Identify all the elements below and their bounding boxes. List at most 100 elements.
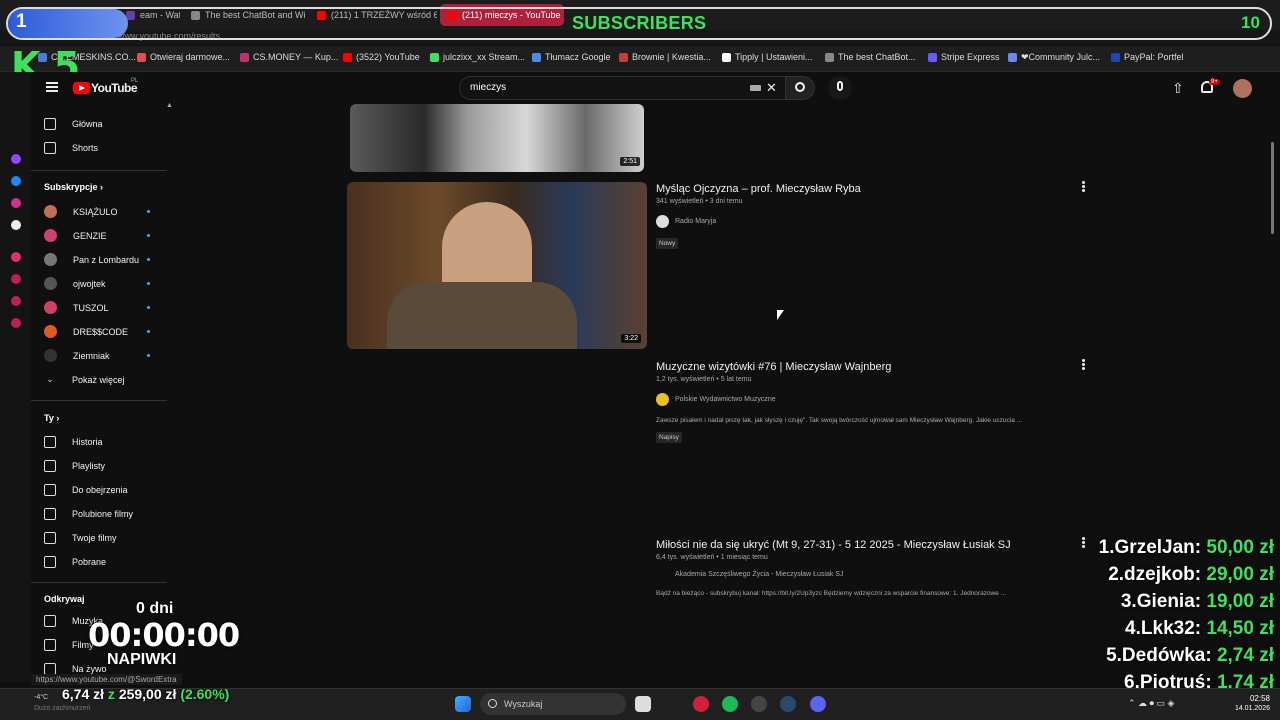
menu-icon[interactable] bbox=[46, 82, 58, 92]
sidebar-item[interactable]: Historia bbox=[44, 436, 103, 448]
spotify-icon[interactable] bbox=[722, 696, 738, 712]
sidebar-scroll-up-icon[interactable]: ▲ bbox=[166, 102, 173, 109]
more-options-icon[interactable] bbox=[1082, 359, 1086, 371]
opera-gx-icon[interactable] bbox=[693, 696, 709, 712]
bookmark-favicon-icon bbox=[532, 52, 541, 62]
scrollbar[interactable] bbox=[1271, 142, 1274, 234]
sidebar-item[interactable]: Pobrane bbox=[44, 556, 106, 568]
taskbar-time[interactable]: 02:58 bbox=[1236, 694, 1270, 703]
subscriber-current: 1 bbox=[16, 11, 27, 32]
music-app-icon[interactable] bbox=[11, 252, 21, 262]
new-content-dot bbox=[147, 258, 150, 261]
channel-avatar bbox=[44, 277, 57, 290]
upload-icon[interactable]: ⇧ bbox=[1172, 80, 1184, 97]
bookmark-favicon-icon bbox=[430, 52, 439, 62]
sidebar-item[interactable]: TUSZOL bbox=[44, 301, 109, 314]
windows-start-icon[interactable] bbox=[455, 696, 471, 712]
sidebar-item[interactable]: Playlisty bbox=[44, 460, 105, 472]
status-link: https://www.youtube.com/@SwordExtra bbox=[31, 674, 182, 685]
taskbar-search[interactable] bbox=[480, 693, 626, 715]
obs-icon[interactable] bbox=[751, 696, 767, 712]
task-view-icon[interactable] bbox=[635, 696, 651, 712]
video-channel[interactable]: Akademia Szczęśliwego Życia - Mieczysław… bbox=[656, 571, 843, 578]
video-thumbnail[interactable]: 2:51 bbox=[350, 104, 644, 172]
taskbar-search-placeholder[interactable]: Wyszukaj bbox=[504, 699, 542, 709]
bookmark-item[interactable]: CS.MONEY — Kup... bbox=[240, 52, 338, 62]
search-button[interactable] bbox=[785, 76, 815, 100]
bookmark-item[interactable]: julczixx_xx Stream... bbox=[430, 52, 525, 62]
subscriber-goal-title: SUBSCRIBERS bbox=[572, 13, 707, 33]
subscriptions-header[interactable]: Subskrypcje › bbox=[44, 182, 103, 192]
new-content-dot bbox=[147, 234, 150, 237]
sidebar-item[interactable]: Filmy bbox=[44, 639, 94, 651]
sidebar-item-label: KSIĄŻULO bbox=[73, 206, 118, 217]
video-channel[interactable]: Radio Maryja bbox=[656, 215, 716, 228]
bookmark-item[interactable]: Tłumacz Google bbox=[532, 52, 611, 62]
bookmark-favicon-icon bbox=[1111, 52, 1120, 62]
youtube-logo-icon[interactable] bbox=[73, 82, 90, 94]
tray-icons[interactable]: ⌃ ☁ ⏺ ▭ ◈ bbox=[1128, 698, 1174, 709]
avatar[interactable] bbox=[1233, 79, 1252, 98]
tip-rank: 5. bbox=[1106, 645, 1122, 666]
bookmark-item[interactable]: Brownie | Kwestia... bbox=[619, 52, 711, 62]
new-content-dot bbox=[147, 282, 150, 285]
video-channel[interactable]: Polskie Wydawnictwo Muzyczne bbox=[656, 393, 776, 406]
bookmark-item[interactable]: PayPal: Portfel bbox=[1111, 52, 1184, 62]
sidebar-item[interactable]: ojwojtek bbox=[44, 277, 106, 290]
show-more-button[interactable]: ⌄ Pokaż więcej bbox=[44, 374, 124, 385]
messenger-icon[interactable] bbox=[11, 176, 21, 186]
settings-icon[interactable] bbox=[11, 318, 21, 328]
sidebar-item[interactable]: Polubione filmy bbox=[44, 508, 133, 520]
twitch-icon[interactable] bbox=[11, 154, 21, 164]
video-title[interactable]: Muzyczne wizytówki #76 | Mieczysław Wajn… bbox=[656, 361, 891, 373]
tiktok-icon[interactable] bbox=[11, 220, 21, 230]
sidebar-item[interactable]: KSIĄŻULO bbox=[44, 205, 118, 218]
weather-temp[interactable]: -4°C bbox=[34, 694, 48, 701]
steam-icon[interactable] bbox=[780, 696, 796, 712]
bookmark-item[interactable]: (3522) YouTube bbox=[343, 52, 420, 62]
you-header[interactable]: Ty › bbox=[44, 413, 59, 423]
share-icon[interactable] bbox=[11, 296, 21, 306]
clear-search-icon[interactable]: ✕ bbox=[766, 80, 777, 96]
sidebar-item[interactable]: DRE$$CODE bbox=[44, 325, 128, 338]
more-options-icon[interactable] bbox=[1082, 181, 1086, 193]
tip-leaderboard-entry: 5.Dedówka: 2,74 zł bbox=[1086, 645, 1274, 667]
sidebar-item-label: GENZIE bbox=[73, 230, 107, 241]
like-icon bbox=[44, 508, 56, 520]
sidebar-item[interactable]: Shorts bbox=[44, 142, 98, 154]
bookmark-favicon-icon bbox=[825, 52, 834, 62]
sidebar-item[interactable]: Ziemniak bbox=[44, 349, 110, 362]
tip-name: Lkk32: bbox=[1140, 618, 1202, 639]
sidebar-item-label: Pobrane bbox=[72, 557, 107, 567]
bookmark-item[interactable]: Stripe Express bbox=[928, 52, 1000, 62]
sidebar-item[interactable]: Do obejrzenia bbox=[44, 484, 128, 496]
search-input[interactable] bbox=[459, 76, 785, 100]
instagram-icon[interactable] bbox=[11, 198, 21, 208]
sidebar-item[interactable]: Główna bbox=[44, 118, 103, 130]
bookmark-item[interactable]: Tipply | Ustawieni... bbox=[722, 52, 813, 62]
channel-avatar bbox=[44, 229, 57, 242]
sidebar-item[interactable]: Pan z Lombardu bbox=[44, 253, 139, 266]
search-input-value[interactable]: mieczys bbox=[470, 82, 506, 93]
bookmark-item[interactable]: ❤Community Julc... bbox=[1008, 52, 1100, 63]
video-title[interactable]: Myśląc Ojczyzna – prof. Mieczysław Ryba bbox=[656, 183, 861, 195]
sidebar-item[interactable]: GENZIE bbox=[44, 229, 107, 242]
bookmark-item[interactable]: The best ChatBot... bbox=[825, 52, 916, 62]
keyboard-icon[interactable] bbox=[750, 85, 761, 91]
video-title[interactable]: Miłości nie da się ukryć (Mt 9, 27-31) -… bbox=[656, 539, 1011, 551]
video-thumbnail[interactable]: 3:22 bbox=[347, 182, 647, 349]
chevron-down-icon: ⌄ bbox=[46, 374, 54, 384]
sidebar-item-label: Do obejrzenia bbox=[72, 485, 128, 495]
channel-avatar bbox=[44, 349, 57, 362]
bookmark-item[interactable]: Otwieraj darmowe... bbox=[137, 52, 230, 62]
your-videos-icon bbox=[44, 532, 56, 544]
player-icon[interactable] bbox=[11, 274, 21, 284]
sidebar-item[interactable]: Twoje filmy bbox=[44, 532, 117, 544]
shorts-icon bbox=[44, 142, 56, 154]
bookmark-label: Otwieraj darmowe... bbox=[150, 52, 231, 62]
divider bbox=[31, 170, 167, 171]
taskbar-date[interactable]: 14.01.2026 bbox=[1226, 705, 1270, 712]
video-description: Bądź na bieżąco - subskrybuj kanał: http… bbox=[656, 590, 1007, 597]
discord-icon[interactable] bbox=[810, 696, 826, 712]
voice-search-icon[interactable] bbox=[828, 76, 852, 100]
